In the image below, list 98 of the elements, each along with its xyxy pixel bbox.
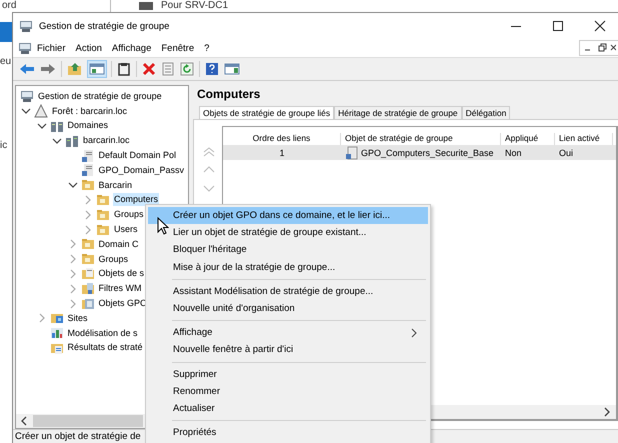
menu-item[interactable]: Lier un objet de stratégie de groupe existant... xyxy=(148,224,428,242)
menu-item[interactable]: Affichage xyxy=(148,324,428,342)
refresh-icon[interactable] xyxy=(180,62,194,76)
menu-item[interactable]: Renommer xyxy=(148,382,428,400)
folder-icon xyxy=(80,252,94,266)
folder-icon xyxy=(80,178,94,192)
menu-item[interactable]: Fichier xyxy=(32,42,71,54)
close-icon[interactable] xyxy=(594,20,606,32)
expanded-chevron-icon[interactable] xyxy=(36,120,46,131)
taskbar-highlight xyxy=(0,22,12,42)
collapsed-chevron-icon[interactable] xyxy=(68,268,78,279)
tree-item[interactable]: Sites xyxy=(66,312,89,325)
tree-item[interactable]: Users xyxy=(113,223,139,236)
collapsed-chevron-icon[interactable] xyxy=(68,239,78,250)
collapsed-chevron-icon[interactable] xyxy=(68,254,78,264)
tree-item[interactable]: barcarin.loc xyxy=(82,134,131,148)
menu-item[interactable]: Assistant Modélisation de stratégie de groupe... xyxy=(148,282,428,300)
menu-item[interactable]: Supprimer xyxy=(148,366,428,383)
tab[interactable]: Délégation xyxy=(462,106,510,119)
background-text: eu xyxy=(0,56,12,68)
menu-item[interactable]: ? xyxy=(199,42,214,54)
tree-item[interactable]: GPO_Domain_Passv xyxy=(98,164,186,177)
table-cell: GPO_Computers_Securite_Base xyxy=(361,148,494,158)
properties-icon[interactable] xyxy=(161,62,175,76)
tree-item[interactable]: Objets de s xyxy=(98,267,146,280)
tree-item[interactable]: Résultats de straté xyxy=(66,341,144,354)
console-icon xyxy=(19,19,33,33)
folder-up-icon[interactable] xyxy=(67,62,83,76)
help-icon[interactable] xyxy=(205,62,219,76)
tree-item[interactable]: Groups xyxy=(98,252,130,266)
table-cell: Non xyxy=(505,148,522,158)
server-group-icon xyxy=(65,134,79,148)
background-text: ord xyxy=(1,0,18,12)
action-pane-icon[interactable] xyxy=(224,62,240,76)
console-icon xyxy=(20,89,34,104)
console-icon xyxy=(18,41,32,55)
menu-item[interactable]: Actualiser xyxy=(148,400,428,418)
folder-icon xyxy=(50,311,64,326)
window-icon xyxy=(139,2,153,10)
forward-arrow-icon[interactable] xyxy=(40,62,56,76)
menu-item[interactable]: Créer un objet GPO dans ce domaine, et le lier ici... xyxy=(148,207,428,224)
triangle-icon xyxy=(34,104,48,118)
scroll-left-icon[interactable] xyxy=(19,416,29,426)
table-row[interactable]: 1 GPO_Computers_Securite_Base Non Oui xyxy=(223,145,616,160)
tree-item[interactable]: Domain C xyxy=(98,238,140,251)
expanded-chevron-icon[interactable] xyxy=(52,136,62,146)
collapsed-chevron-icon[interactable] xyxy=(83,210,93,220)
tree-item[interactable]: Forêt : barcarin.loc xyxy=(51,104,128,118)
tree-item[interactable]: Filtres WM xyxy=(98,282,142,296)
folder-icon xyxy=(80,237,94,252)
restore-icon[interactable] xyxy=(596,42,608,54)
expanded-chevron-icon[interactable] xyxy=(21,106,31,116)
collapsed-chevron-icon[interactable] xyxy=(83,224,93,235)
document-icon xyxy=(80,163,94,178)
pane-title: Computers xyxy=(196,87,262,103)
delete-icon[interactable] xyxy=(142,62,156,76)
folder-icon xyxy=(96,208,110,222)
table-cell: Oui xyxy=(559,148,574,158)
tree-item[interactable]: Barcarin xyxy=(98,178,134,192)
tree-item[interactable]: Modélisation de s xyxy=(66,326,139,340)
menu-item[interactable]: Bloquer l'héritage xyxy=(148,241,428,259)
folder-icon xyxy=(96,192,110,207)
console-tree-icon[interactable] xyxy=(88,61,106,77)
tree-item[interactable]: Computers xyxy=(113,193,160,206)
tab[interactable]: Héritage de stratégie de groupe xyxy=(334,106,462,119)
tree-item[interactable]: Domaines xyxy=(66,119,110,132)
menu-item[interactable]: Mise à jour de la stratégie de groupe... xyxy=(148,258,428,276)
scrollbar-thumb[interactable] xyxy=(33,415,143,427)
tree-item[interactable]: Default Domain Pol xyxy=(98,149,178,162)
collapsed-chevron-icon[interactable] xyxy=(68,298,78,309)
mouse-cursor-icon xyxy=(157,217,169,235)
expanded-chevron-icon[interactable] xyxy=(68,180,78,190)
collapsed-chevron-icon[interactable] xyxy=(83,194,93,205)
back-arrow-icon[interactable] xyxy=(19,62,35,76)
folder-icon xyxy=(80,266,94,281)
background-text: ic xyxy=(0,140,8,152)
menu-item[interactable]: Action xyxy=(70,42,107,54)
maximize-icon[interactable] xyxy=(552,20,564,32)
chart-icon xyxy=(50,326,64,340)
folder-icon xyxy=(96,222,110,237)
tree-item[interactable]: Groups xyxy=(113,208,145,222)
folder-icon xyxy=(80,282,94,296)
background-text: Pour SRV-DC1 xyxy=(161,0,228,12)
menu-item[interactable]: Affichage xyxy=(106,42,156,54)
menu-item[interactable]: Fenêtre xyxy=(156,42,200,54)
table-cell: 1 xyxy=(279,148,284,158)
menu-item[interactable]: Nouvelle unité d'organisation xyxy=(148,300,428,318)
document-icon xyxy=(80,148,94,163)
menu-item[interactable]: Nouvelle fenêtre à partir d'ici xyxy=(148,341,428,358)
folder-icon xyxy=(80,296,94,311)
tree-item[interactable]: Gestion de stratégie de groupe xyxy=(37,90,163,103)
window-title: Gestion de stratégie de groupe xyxy=(39,20,170,32)
tab[interactable]: Objets de stratégie de groupe liés xyxy=(199,106,334,119)
clipboard-icon[interactable] xyxy=(117,62,131,76)
document-icon xyxy=(345,146,359,160)
collapsed-chevron-icon[interactable] xyxy=(68,284,78,294)
scroll-right-icon[interactable] xyxy=(602,407,612,417)
collapsed-chevron-icon[interactable] xyxy=(36,313,46,324)
